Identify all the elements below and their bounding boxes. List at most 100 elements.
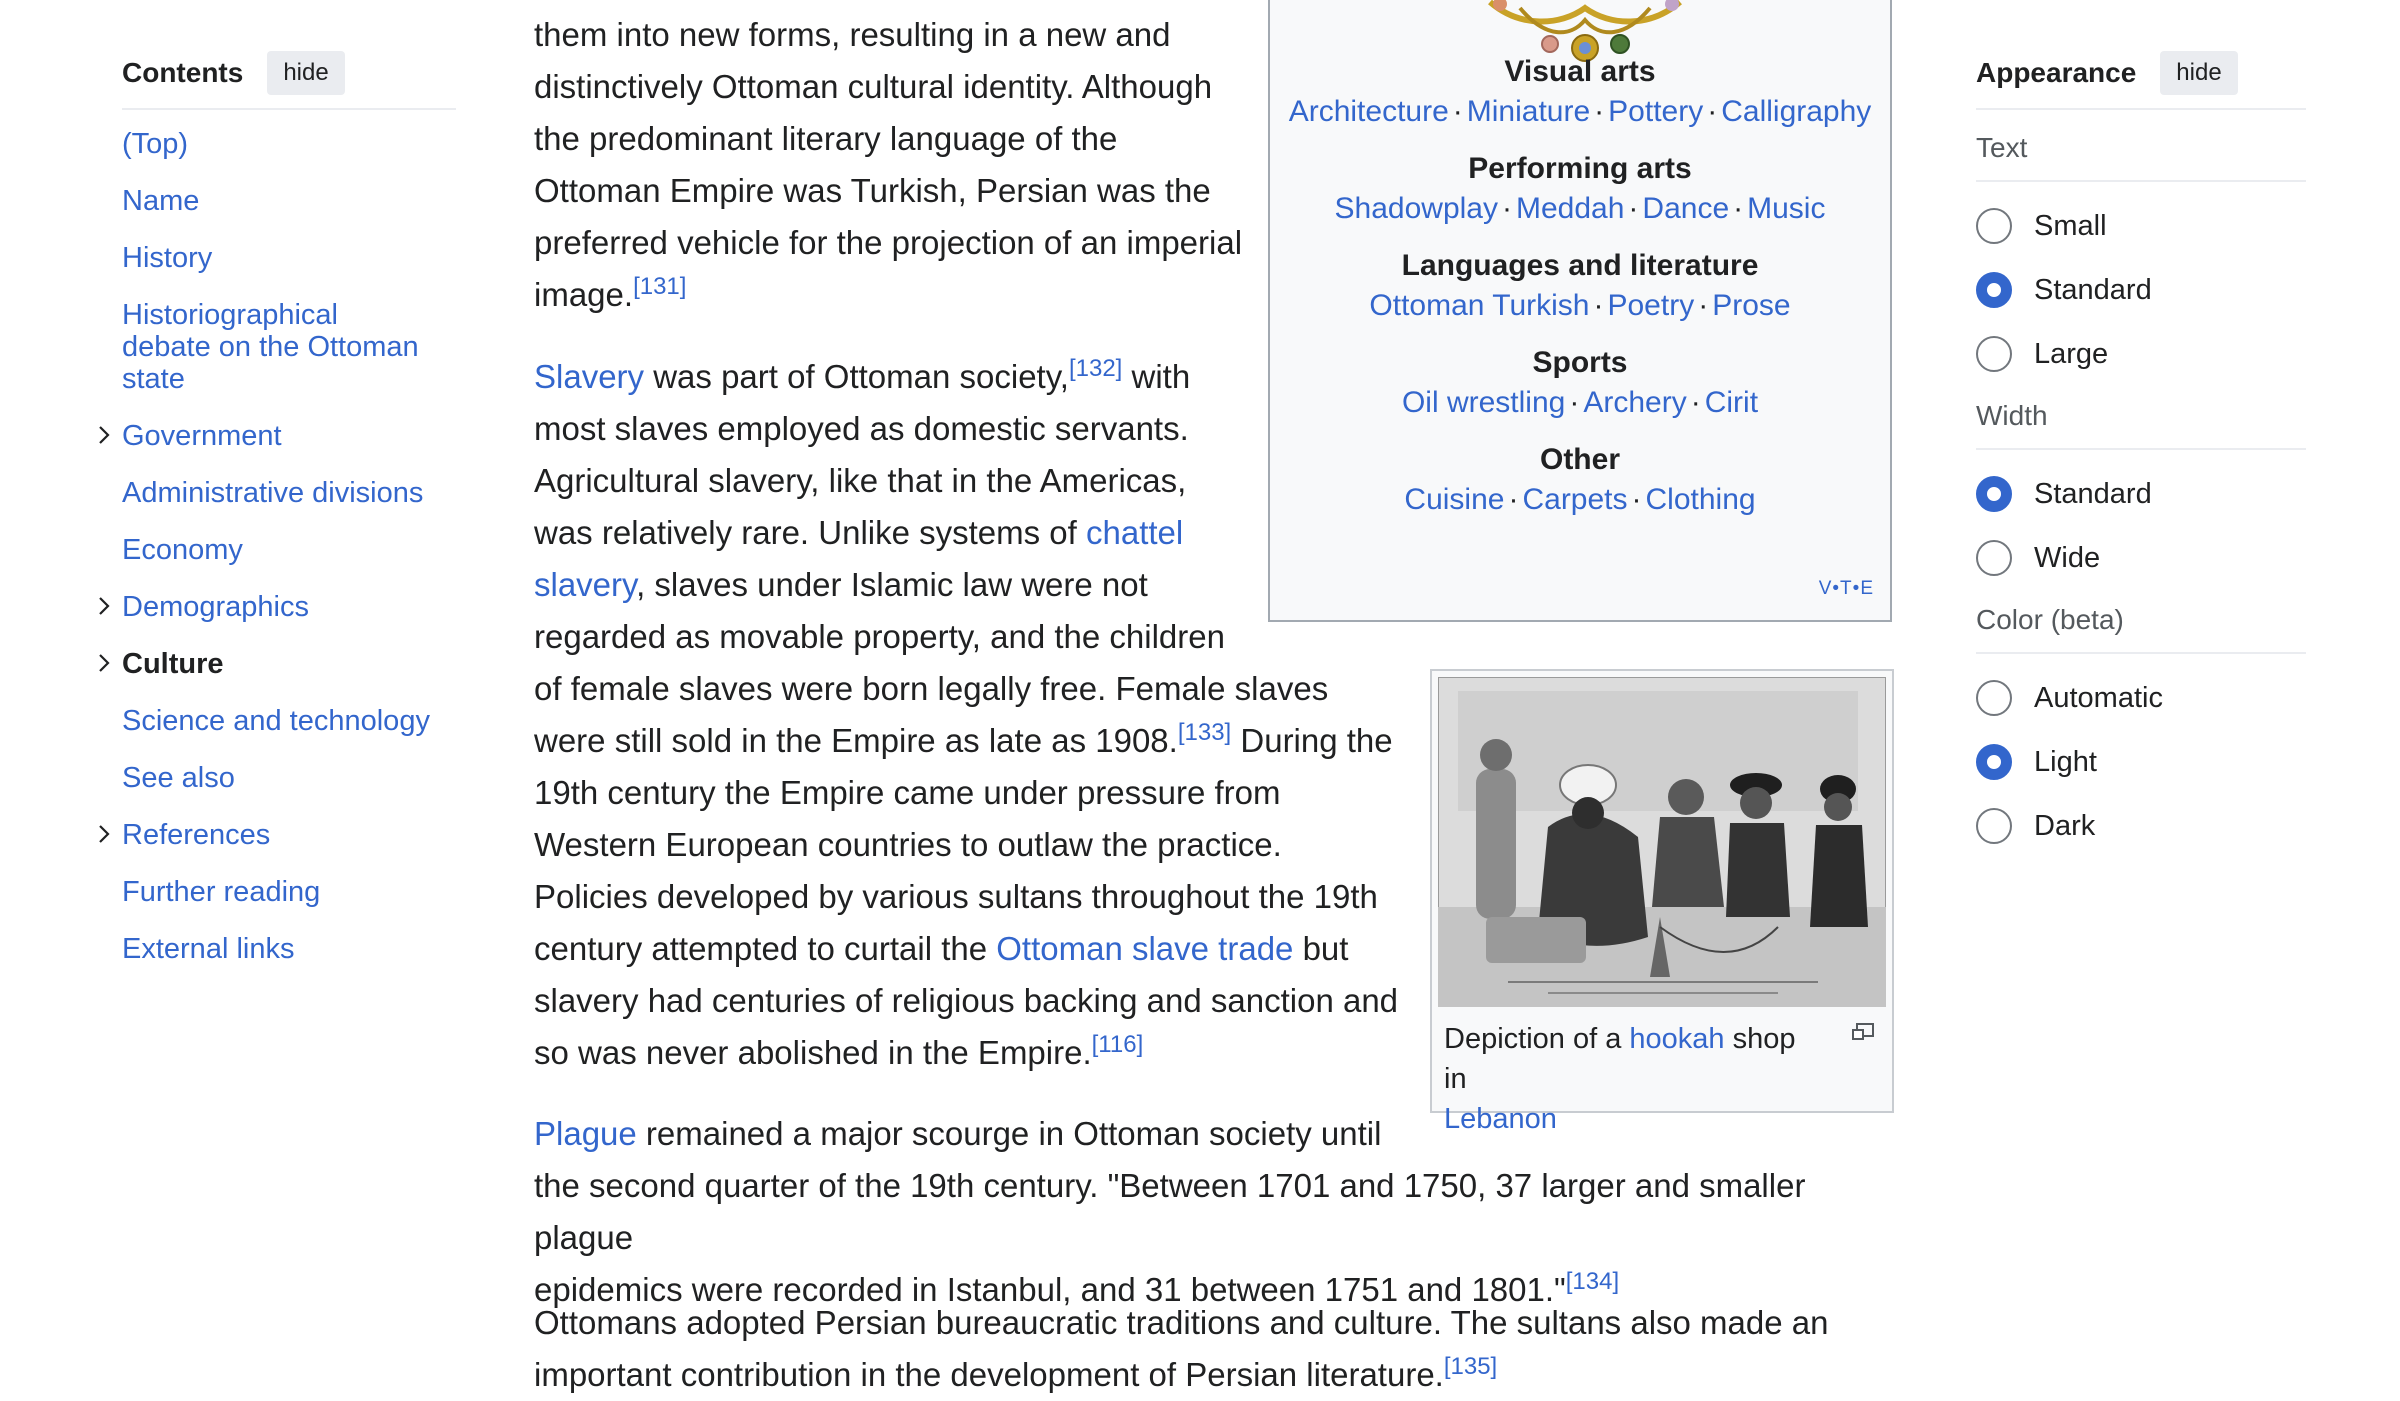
navbox-link[interactable]: Ottoman Turkish [1369, 289, 1589, 322]
hookah-shop-image[interactable] [1438, 677, 1886, 1007]
enlarge-icon[interactable] [1850, 1021, 1876, 1043]
toc-list: (Top) Name History Historiographical deb… [99, 128, 456, 965]
toc-item-label: Government [122, 420, 282, 452]
radio-color-light[interactable]: Light [1976, 730, 2306, 794]
edit-template-link[interactable]: E [1860, 578, 1874, 599]
navbox-link[interactable]: Music [1747, 192, 1825, 225]
radio-button[interactable] [1976, 680, 2012, 716]
appearance-hide-button[interactable]: hide [2160, 51, 2238, 95]
text: image. [534, 276, 634, 313]
citation-link[interactable]: [131] [633, 273, 686, 300]
text-line: the predominant literary language of the [534, 120, 1118, 157]
radio-button[interactable] [1976, 476, 2012, 512]
toc-item-administrative-divisions[interactable]: Administrative divisions [122, 477, 456, 509]
navbox-link[interactable]: Shadowplay [1335, 192, 1498, 225]
toc-item-demographics[interactable]: Demographics [99, 591, 456, 623]
navbox-link[interactable]: Meddah [1516, 192, 1624, 225]
toc-item-history[interactable]: History [122, 242, 456, 274]
navbox-link[interactable]: Prose [1712, 289, 1790, 322]
radio-button[interactable] [1976, 272, 2012, 308]
link-chattel-slavery[interactable]: chattel [1086, 514, 1183, 551]
radio-label: Light [2034, 745, 2097, 778]
radio-label: Automatic [2034, 681, 2163, 714]
radio-color-dark[interactable]: Dark [1976, 794, 2306, 858]
radio-text-standard[interactable]: Standard [1976, 258, 2306, 322]
navbox-group-languages-and-literature: Languages and literature Ottoman Turkish… [1270, 248, 1890, 328]
link-lebanon[interactable]: Lebanon [1444, 1103, 1557, 1135]
talk-template-link[interactable]: T [1840, 578, 1853, 599]
citation-link[interactable]: [135] [1444, 1353, 1497, 1380]
radio-text-large[interactable]: Large [1976, 322, 2306, 386]
toc-item-top[interactable]: (Top) [122, 128, 456, 160]
navbox-link[interactable]: Pottery [1608, 95, 1703, 128]
link-slavery[interactable]: Slavery [534, 358, 644, 395]
text: important contribution in the developmen… [534, 1356, 1444, 1393]
toc-item-economy[interactable]: Economy [122, 534, 456, 566]
text-line: of female slaves were born legally free.… [534, 670, 1329, 707]
navbox-link[interactable]: Archery [1583, 386, 1686, 419]
radio-button[interactable] [1976, 744, 2012, 780]
radio-width-standard[interactable]: Standard [1976, 462, 2306, 526]
toc-item-science-and-technology[interactable]: Science and technology [122, 705, 456, 737]
navbox-group-links: Shadowplay · Meddah · Dance · Music [1270, 187, 1890, 231]
text: but [1293, 930, 1349, 967]
text: was relatively rare. Unlike systems of [534, 514, 1086, 551]
toc-item-see-also[interactable]: See also [122, 762, 456, 794]
navbox-group-heading: Visual arts [1504, 55, 1656, 88]
link-plague[interactable]: Plague [534, 1115, 637, 1152]
radio-label: Standard [2034, 273, 2152, 306]
paragraph: Ottomans adopted Persian bureaucratic tr… [534, 1297, 1894, 1401]
link-hookah[interactable]: hookah [1629, 1023, 1724, 1055]
toc-item-further-reading[interactable]: Further reading [122, 876, 456, 908]
text-line: 19th century the Empire came under press… [534, 774, 1281, 811]
radio-button[interactable] [1976, 336, 2012, 372]
navbox-link[interactable]: Poetry [1607, 289, 1694, 322]
navbox-link[interactable]: Oil wrestling [1402, 386, 1565, 419]
citation-link[interactable]: [116] [1092, 1031, 1144, 1058]
toc-item-external-links[interactable]: External links [122, 933, 456, 965]
citation-link[interactable]: [133] [1178, 719, 1231, 746]
toc-item-label: References [122, 819, 271, 851]
navbox-group-heading: Performing arts [1468, 152, 1692, 185]
appearance-panel: Appearance hide Text Small Standard Larg… [1976, 48, 2306, 858]
navbox-link[interactable]: Calligraphy [1721, 95, 1871, 128]
text-line: the second quarter of the 19th century. … [534, 1167, 1806, 1256]
chevron-right-icon[interactable] [92, 821, 116, 847]
radio-color-automatic[interactable]: Automatic [1976, 666, 2306, 730]
toc-item-name[interactable]: Name [122, 185, 456, 217]
chevron-right-icon[interactable] [92, 650, 116, 676]
toc-title: Contents [122, 57, 244, 88]
separator: · [1508, 483, 1519, 516]
navbox-link[interactable]: Cuisine [1404, 483, 1504, 516]
navbox-link[interactable]: Cirit [1705, 386, 1758, 419]
toc-item-culture[interactable]: Culture [99, 648, 456, 680]
toc-item-references[interactable]: References [99, 819, 456, 851]
chevron-right-icon[interactable] [92, 593, 116, 619]
radio-width-wide[interactable]: Wide [1976, 526, 2306, 590]
navbox-link[interactable]: Dance [1642, 192, 1729, 225]
view-template-link[interactable]: V [1819, 578, 1833, 599]
navbox-link[interactable]: Clothing [1646, 483, 1756, 516]
radio-button[interactable] [1976, 540, 2012, 576]
citation-link[interactable]: [132] [1069, 355, 1122, 382]
paragraph: them into new forms, resulting in a new … [534, 9, 1254, 321]
navbox-link[interactable]: Carpets [1522, 483, 1627, 516]
radio-button[interactable] [1976, 208, 2012, 244]
radio-label: Dark [2034, 809, 2096, 842]
navbox-link[interactable]: Miniature [1467, 95, 1590, 128]
radio-text-small[interactable]: Small [1976, 194, 2306, 258]
culture-navbox: Visual arts Architecture · Miniature · Potte… [1268, 0, 1892, 622]
separator: • [1832, 578, 1841, 599]
chevron-right-icon[interactable] [92, 422, 116, 448]
radio-button[interactable] [1976, 808, 2012, 844]
navbox-link[interactable]: Architecture [1289, 95, 1449, 128]
citation-link[interactable]: [134] [1566, 1268, 1619, 1295]
separator: · [1631, 483, 1642, 516]
toc-hide-button[interactable]: hide [267, 51, 345, 95]
toc-item-historiographical-debate[interactable]: Historiographical debate on the Ottoman … [122, 299, 422, 395]
radio-label: Large [2034, 337, 2109, 370]
link-ottoman-slave-trade[interactable]: Ottoman slave trade [996, 930, 1293, 967]
separator: · [1690, 386, 1701, 419]
toc-item-government[interactable]: Government [99, 420, 456, 452]
link-chattel-slavery[interactable]: slavery [534, 566, 636, 603]
